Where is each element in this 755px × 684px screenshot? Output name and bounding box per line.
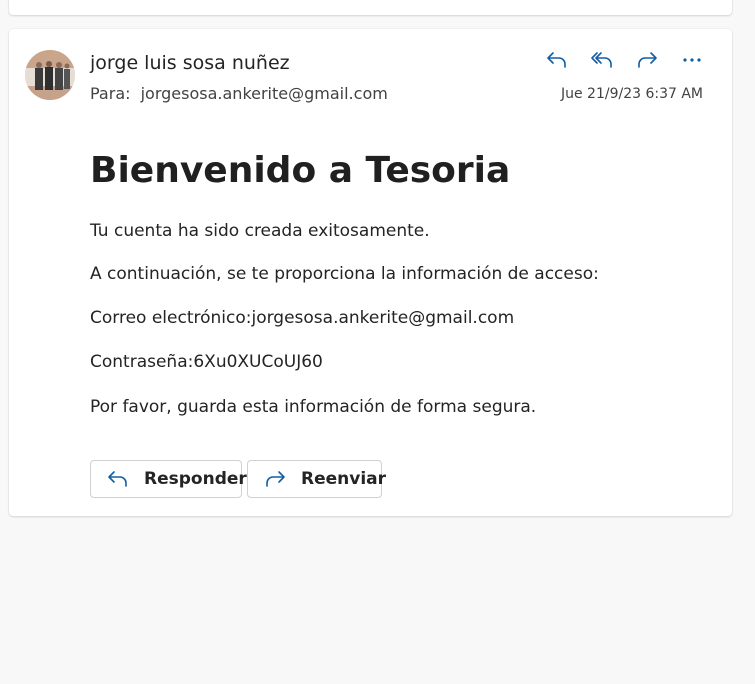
recipient-address[interactable]: jorgesosa.ankerite@gmail.com — [141, 84, 388, 103]
sender-name[interactable]: jorge luis sosa nuñez — [90, 52, 290, 74]
forward-icon — [264, 467, 286, 491]
body-paragraph: Contraseña:6Xu0XUCoUJ60 — [90, 352, 323, 372]
reply-button-label: Responder — [144, 469, 247, 489]
message-date: Jue 21/9/23 6:37 AM — [560, 86, 703, 102]
body-paragraph: Por favor, guarda esta información de fo… — [90, 397, 537, 417]
message-title: Bienvenido a Tesoria — [90, 150, 511, 191]
previous-message-card — [9, 0, 732, 15]
avatar-photo — [25, 50, 75, 100]
reply-icon — [107, 467, 129, 491]
more-icon[interactable] — [678, 46, 706, 74]
message-actions — [543, 46, 706, 74]
reply-button[interactable]: Responder — [90, 460, 247, 498]
to-label: Para: — [90, 84, 131, 103]
reply-all-icon[interactable] — [588, 46, 616, 74]
avatar[interactable] — [25, 50, 75, 100]
reply-icon[interactable] — [543, 46, 571, 74]
body-paragraph: Tu cuenta ha sido creada exitosamente. — [90, 221, 430, 241]
forward-button[interactable]: Reenviar — [247, 460, 386, 498]
message-body: Bienvenido a Tesoria Tu cuenta ha sido c… — [90, 147, 690, 417]
body-paragraph: Correo electrónico:jorgesosa.ankerite@gm… — [90, 308, 515, 328]
recipient-line: Para: jorgesosa.ankerite@gmail.com — [90, 84, 388, 103]
body-paragraph: A continuación, se te proporciona la inf… — [90, 264, 599, 284]
forward-button-label: Reenviar — [301, 469, 387, 489]
email-message-card: jorge luis sosa nuñez Para: jorgesosa.an… — [9, 29, 732, 516]
forward-icon[interactable] — [633, 46, 661, 74]
